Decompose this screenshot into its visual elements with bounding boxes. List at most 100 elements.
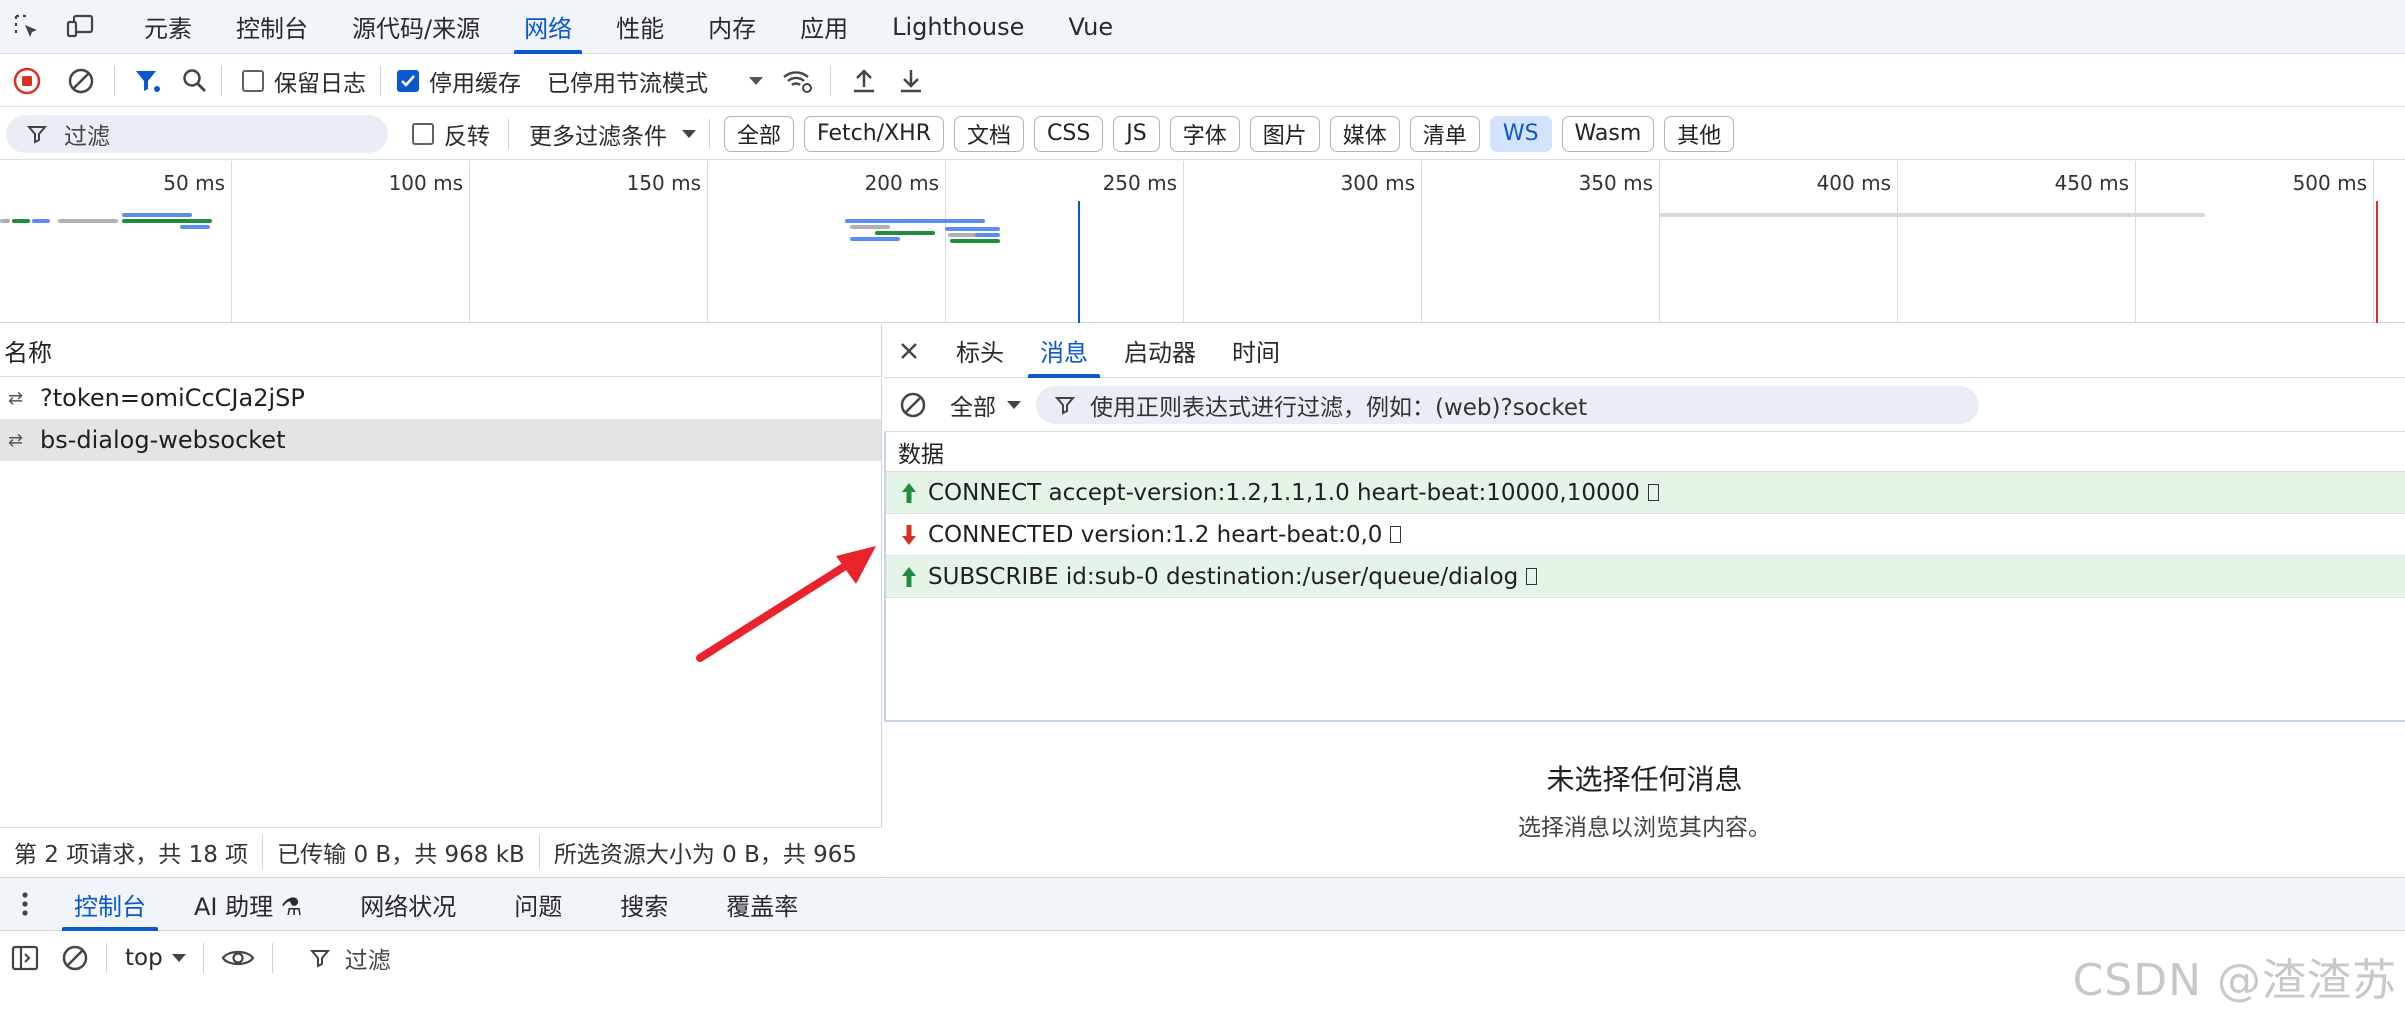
message-rows: CONNECT accept-version:1.2,1.1,1.0 heart… [886,472,2405,598]
request-row[interactable]: ⇄ ?token=omiCcCJa2jSP [0,377,881,419]
tab-headers[interactable]: 标头 [938,324,1022,378]
filter-chip[interactable]: 图片 [1249,115,1320,152]
waterfall-bar [122,219,212,223]
console-sidebar-button[interactable] [0,932,50,984]
drawer-tab-ai-assistant[interactable]: AI 助理 ⚗ [170,877,326,931]
timeline-gridline [945,161,946,323]
filter-icon [26,125,48,144]
more-filters-dropdown[interactable]: 更多过滤条件 [529,117,697,151]
tab-lighthouse[interactable]: Lighthouse [870,0,1046,54]
tab-sources[interactable]: 源代码/来源 [330,0,502,54]
drawer-tab-coverage[interactable]: 覆盖率 [702,877,822,931]
timeline-overview[interactable]: 50 ms 100 ms 150 ms 200 ms 250 ms 300 ms 350 m… [0,161,2405,323]
tab-messages[interactable]: 消息 [1022,324,1106,378]
console-filter-input[interactable]: 过滤 [288,939,2349,977]
preserve-log-checkbox[interactable]: 保留日志 [242,64,366,98]
clear-messages-button[interactable] [888,379,938,431]
arrow-up-icon [898,566,920,588]
tab-vue[interactable]: Vue [1046,0,1135,54]
drawer-tab-console[interactable]: 控制台 [50,877,170,931]
filter-chip[interactable]: 其他 [1664,115,1735,152]
message-filter-placeholder: 使用正则表达式进行过滤，例如：(web)?socket [1090,394,1588,421]
filter-chip[interactable]: Wasm [1561,115,1655,152]
drawer-tab-search[interactable]: 搜索 [596,877,692,931]
timeline-tick-label: 50 ms [163,171,225,195]
message-row-sent[interactable]: CONNECT accept-version:1.2,1.1,1.0 heart… [886,472,2405,514]
context-selector[interactable]: top [125,945,187,971]
filter-toggle-button[interactable] [121,55,175,107]
tab-elements[interactable]: 元素 [122,0,214,54]
tab-timing[interactable]: 时间 [1214,324,1298,378]
filter-chip[interactable]: WS [1489,115,1552,152]
inspect-element-icon[interactable] [0,0,54,54]
checkbox-checked-icon[interactable] [397,69,419,92]
export-har-button[interactable] [891,55,931,107]
invert-checkbox[interactable]: 反转 [412,117,490,151]
drawer-tab-issues[interactable]: 问题 [490,877,586,931]
clear-console-button[interactable] [50,932,100,984]
annotation-arrow-icon [696,546,876,662]
search-button[interactable] [175,55,215,107]
disable-cache-checkbox[interactable]: 停用缓存 [397,64,521,98]
name-column-header[interactable]: 名称 [0,324,881,377]
network-conditions-button[interactable] [770,55,824,107]
import-har-button[interactable] [837,55,891,107]
filter-chip[interactable]: 媒体 [1329,115,1400,152]
throttle-select[interactable]: 已停用节流模式 [547,64,764,98]
timeline-tick-label: 200 ms [864,171,939,195]
request-row-selected[interactable]: ⇄ bs-dialog-websocket [0,419,881,461]
device-toolbar-icon[interactable] [54,0,108,54]
filter-chip[interactable]: 全部 [724,115,795,152]
checkbox-icon[interactable] [412,122,434,145]
live-expression-button[interactable] [210,932,266,984]
timeline-gridline [1183,161,1184,323]
timeline-tick-label: 450 ms [2054,171,2129,195]
dom-content-loaded-marker [1078,201,1080,323]
drawer-menu-button[interactable] [0,878,50,930]
transferred-size: 已传输 0 B，共 968 kB [263,834,540,869]
data-column-header[interactable]: 数据 [886,432,2405,472]
tab-console[interactable]: 控制台 [214,0,330,54]
console-filter-placeholder: 过滤 [344,948,391,974]
websocket-icon: ⇄ [8,387,24,409]
filter-chip[interactable]: 文档 [953,115,1024,152]
timeline-gridline [2135,161,2136,323]
message-filter-input[interactable]: 使用正则表达式进行过滤，例如：(web)?socket [1036,385,1979,424]
tab-application[interactable]: 应用 [778,0,870,54]
waterfall-bar [948,233,978,237]
divider [114,65,115,96]
waterfall-bar [875,231,935,235]
filter-chip[interactable]: JS [1113,115,1160,152]
filter-chip[interactable]: 清单 [1409,115,1480,152]
timeline-gridline [231,161,232,323]
message-type-select[interactable]: 全部 [950,388,1022,422]
drawer-tab-network-conditions[interactable]: 网络状况 [336,877,480,931]
checkbox-icon[interactable] [242,69,264,92]
filter-chip[interactable]: CSS [1034,115,1104,152]
resource-type-chips: 全部 Fetch/XHR 文档 CSS JS 字体 图片 媒体 清单 WS Wasm 其他 [724,115,1744,152]
chevron-down-icon [682,129,696,138]
close-icon [901,342,917,359]
tab-memory[interactable]: 内存 [686,0,778,54]
waterfall-bar [975,233,1000,237]
websocket-icon: ⇄ [8,429,24,451]
download-icon [901,69,921,92]
message-row-sent[interactable]: SUBSCRIBE id:sub-0 destination:/user/que… [886,556,2405,598]
clear-button[interactable] [54,55,108,107]
tab-initiator[interactable]: 启动器 [1106,324,1214,378]
filter-chip[interactable]: 字体 [1169,115,1240,152]
network-filter-input[interactable]: 过滤 [6,114,388,153]
tab-performance[interactable]: 性能 [594,0,686,54]
tab-network[interactable]: 网络 [502,0,594,54]
devtools-panel-tabbar: 元素 控制台 源代码/来源 网络 性能 内存 应用 Lighthouse Vue [0,0,2405,54]
waterfall-bar [58,219,118,223]
close-detail-button[interactable] [884,325,934,377]
divider [830,65,831,96]
drawer-tabbar: 控制台 AI 助理 ⚗ 网络状况 问题 搜索 覆盖率 [0,877,2405,931]
timeline-tick-label: 150 ms [626,171,701,195]
stop-recording-button[interactable] [0,55,54,107]
clear-icon [62,945,88,971]
load-marker [2376,201,2378,323]
filter-chip[interactable]: Fetch/XHR [804,115,944,152]
message-row-received[interactable]: CONNECTED version:1.2 heart-beat:0,0 [886,514,2405,556]
